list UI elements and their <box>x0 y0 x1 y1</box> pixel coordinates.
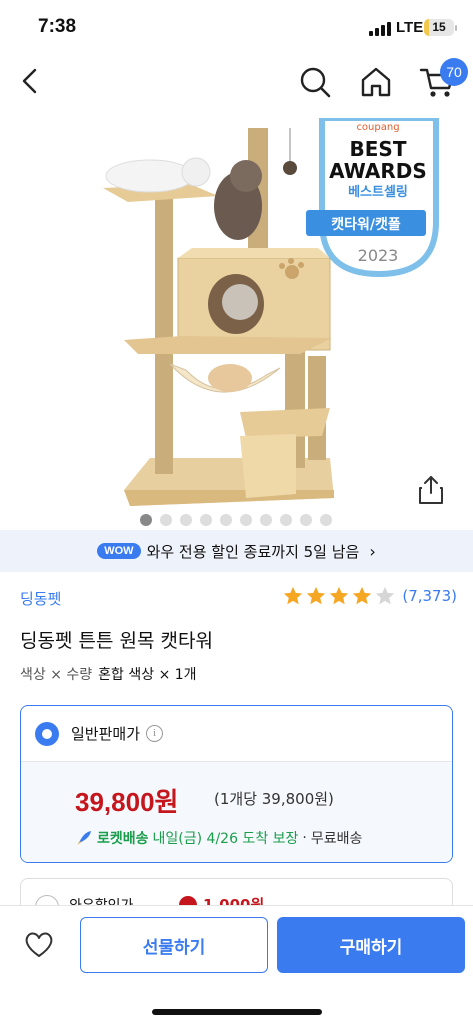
unit-price: (1개당 39,800원) <box>214 790 334 808</box>
carousel-dot[interactable] <box>180 514 192 526</box>
award-brand: coupang <box>356 122 399 133</box>
rating[interactable]: (7,373) <box>282 585 457 607</box>
carousel-dot[interactable] <box>200 514 212 526</box>
star-icon <box>284 586 303 605</box>
home-indicator <box>152 1009 322 1015</box>
carousel-dot[interactable] <box>140 514 152 526</box>
price-option-card[interactable]: 일반판매가 i 39,800원 (1개당 39,800원) 로켓배송 내일(금)… <box>20 705 453 863</box>
carousel-dot[interactable] <box>160 514 172 526</box>
option-value: 혼합 색상 × 1개 <box>98 667 197 683</box>
gift-button[interactable]: 선물하기 <box>80 917 268 973</box>
award-line2: AWARDS <box>329 159 427 183</box>
review-count[interactable]: (7,373) <box>402 587 457 605</box>
wow-banner-text: 와우 전용 할인 종료까지 5일 남음 <box>146 542 360 561</box>
product-image[interactable]: coupang BEST AWARDS 베스트셀링 캣타워/캣폴 2023 <box>0 118 473 530</box>
store-link[interactable]: 딩동펫 <box>20 588 61 609</box>
award-year: 2023 <box>358 246 399 265</box>
info-icon[interactable]: i <box>146 725 164 742</box>
star-icon <box>353 586 372 605</box>
star-icon <box>307 586 326 605</box>
delivery-info: 로켓배송 내일(금) 4/26 도착 보장 · 무료배송 <box>75 828 362 848</box>
buy-button[interactable]: 구매하기 <box>277 917 465 973</box>
award-line3: 베스트셀링 <box>348 185 408 200</box>
carousel-dot[interactable] <box>320 514 332 526</box>
award-line1: BEST <box>350 137 407 161</box>
carousel-dot[interactable] <box>300 514 312 526</box>
carousel-dot[interactable] <box>260 514 272 526</box>
battery-tip <box>455 25 457 31</box>
wow-banner[interactable]: WOW 와우 전용 할인 종료까지 5일 남음 › <box>0 530 473 572</box>
price-option-body: 39,800원 (1개당 39,800원) 로켓배송 내일(금) 4/26 도착… <box>21 762 452 862</box>
home-icon[interactable] <box>358 64 394 100</box>
battery-percent: 15 <box>432 20 446 34</box>
search-icon[interactable] <box>297 64 333 100</box>
rocket-delivery-label: 로켓배송 <box>97 831 149 847</box>
battery-icon: 15 <box>424 19 454 36</box>
star-rating <box>282 585 396 607</box>
rocket-icon <box>77 831 91 845</box>
status-bar: 7:38 LTE 15 <box>0 0 473 56</box>
star-icon <box>330 586 349 605</box>
best-award-badge: coupang BEST AWARDS 베스트셀링 캣타워/캣폴 2023 <box>306 118 439 278</box>
carousel-dot[interactable] <box>240 514 252 526</box>
cat-tower-illustration: coupang BEST AWARDS 베스트셀링 캣타워/캣폴 2023 <box>103 118 439 506</box>
cart-count-badge: 70 <box>440 58 468 86</box>
bottom-action-bar: 선물하기 구매하기 <box>0 905 473 1024</box>
carousel-dot[interactable] <box>220 514 232 526</box>
chevron-left-icon[interactable] <box>14 64 48 98</box>
carousel-indicator[interactable] <box>140 514 332 526</box>
carousel-dot[interactable] <box>280 514 292 526</box>
delivery-date: 내일(금) 4/26 도착 보장 <box>152 831 299 847</box>
award-category: 캣타워/캣폴 <box>331 216 401 233</box>
price-option-header: 일반판매가 i <box>21 706 452 762</box>
price-option-label: 일반판매가 <box>71 725 141 743</box>
top-nav: 70 <box>0 56 473 118</box>
star-icon <box>376 586 395 605</box>
sale-price: 39,800원 <box>75 787 179 817</box>
price-option-radio[interactable] <box>35 721 59 746</box>
free-shipping: 무료배송 <box>310 831 363 847</box>
wow-badge: WOW <box>97 543 141 559</box>
signal-icon <box>369 22 391 36</box>
share-icon[interactable] <box>414 474 448 506</box>
product-title: 딩동펫 튼튼 원목 캣타워 <box>20 630 213 652</box>
network-label: LTE <box>396 19 424 36</box>
status-time: 7:38 <box>38 16 77 37</box>
option-row[interactable]: 색상 × 수량 혼합 색상 × 1개 <box>20 664 197 684</box>
option-label: 색상 × 수량 <box>20 667 93 683</box>
chevron-right-icon: › <box>369 541 376 561</box>
heart-icon[interactable] <box>22 928 56 960</box>
delivery-separator: · <box>302 830 307 846</box>
